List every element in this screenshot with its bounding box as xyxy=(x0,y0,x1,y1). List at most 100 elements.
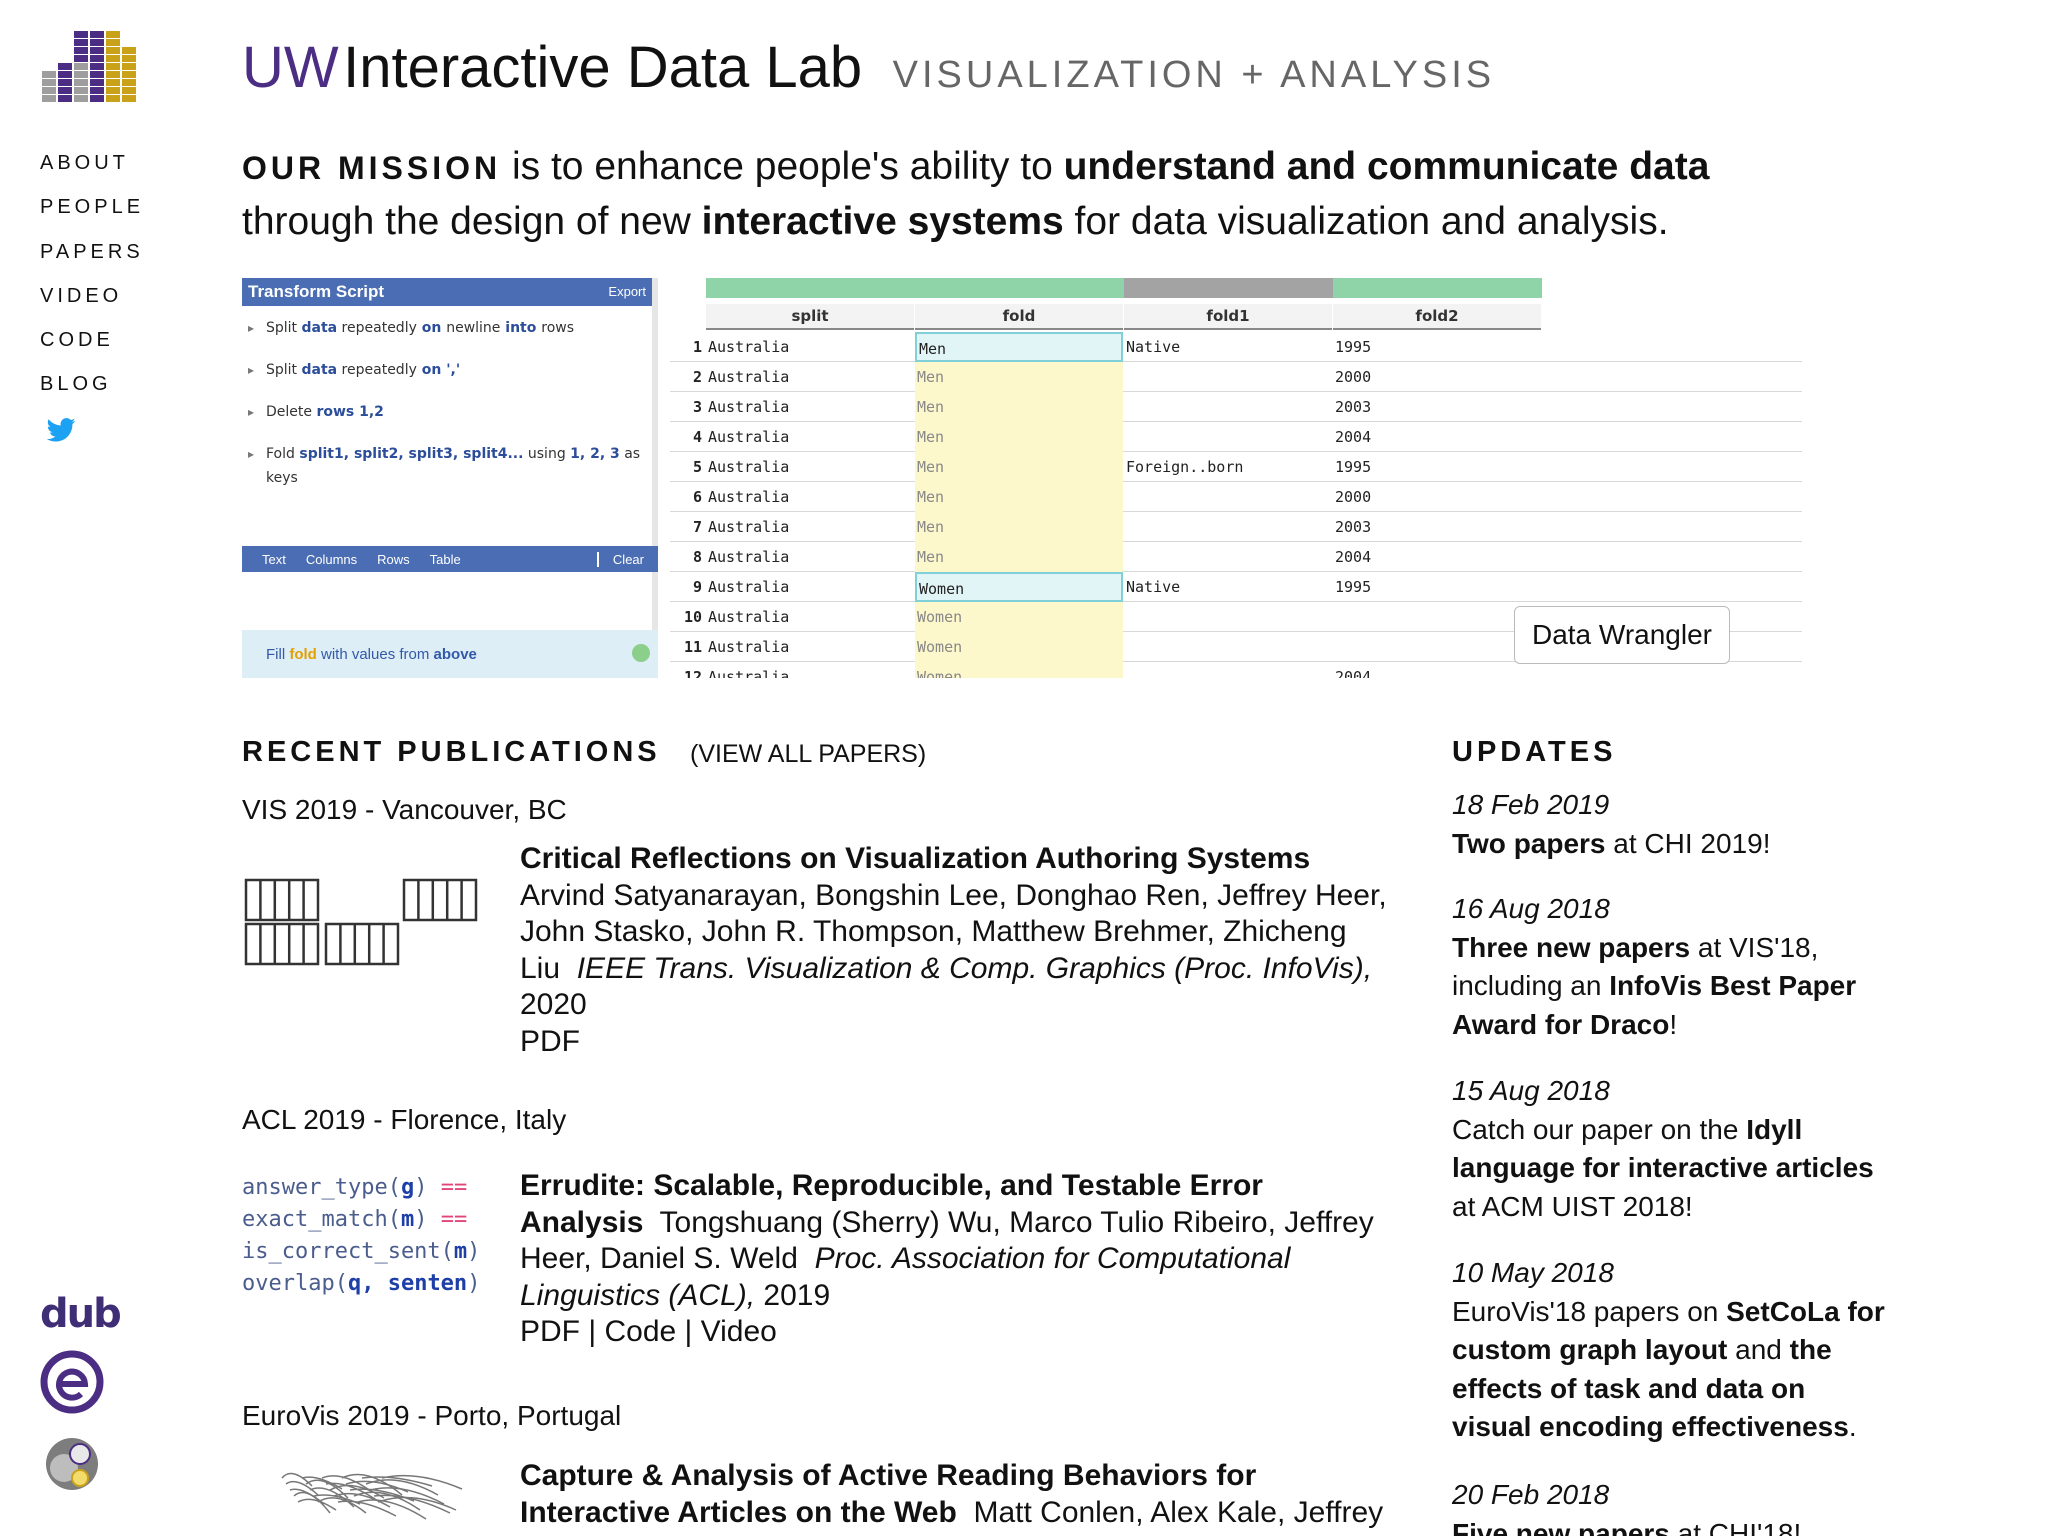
table-cell: Australia xyxy=(708,428,790,446)
step-text: using xyxy=(523,446,571,462)
step-text: into xyxy=(500,320,542,336)
row-number: 6 xyxy=(692,488,702,506)
suggestion-pre: Fill xyxy=(266,646,290,663)
table-cell: Australia xyxy=(708,578,790,596)
sketch-stroke xyxy=(317,1497,367,1514)
table-cell: Australia xyxy=(708,638,790,656)
logo-square xyxy=(42,71,56,78)
mission-text-1: is to enhance people's ability to xyxy=(501,145,1064,188)
table-cell xyxy=(1124,602,1332,632)
logo-square xyxy=(106,47,120,54)
dub-logo[interactable]: dub xyxy=(40,1291,122,1337)
publications-heading: RECENT PUBLICATIONS xyxy=(242,736,661,768)
logo-square xyxy=(58,71,72,78)
seal-logo[interactable] xyxy=(40,1432,104,1496)
table-cell: Women xyxy=(915,632,1123,662)
transform-steps: Split data repeatedly on newline into ro… xyxy=(242,306,652,498)
step-text: data xyxy=(301,362,338,378)
code-arg: g xyxy=(400,1175,415,1200)
table-row: 4 Australia Men 2004 xyxy=(670,422,1802,452)
logo-square xyxy=(74,39,88,46)
logo-square xyxy=(74,71,88,78)
nav-video[interactable]: VIDEO xyxy=(40,285,144,329)
transform-step: Delete rows 1,2 xyxy=(242,390,652,432)
table-cell: Native xyxy=(1126,338,1181,356)
table-cell: Australia xyxy=(708,398,790,416)
export-button: Export xyxy=(608,284,646,299)
table-cell: 1995 xyxy=(1335,458,1372,476)
update-fragment: EuroVis'18 papers on xyxy=(1452,1295,1727,1327)
update-item: 20 Feb 2018 Five new papers at CHI'18! xyxy=(1452,1476,1892,1536)
table-cell: 1995 xyxy=(1335,578,1372,596)
update-link[interactable]: Three new papers xyxy=(1452,932,1690,963)
code-fn: exact_match( xyxy=(242,1207,401,1232)
update-date: 10 May 2018 xyxy=(1452,1257,1614,1288)
thumb-block xyxy=(244,922,320,966)
row-number: 8 xyxy=(692,548,702,566)
main-nav: ABOUT PEOPLE PAPERS VIDEO CODE BLOG xyxy=(40,152,144,418)
code-operator: == xyxy=(427,1207,468,1232)
table-cell: Australia xyxy=(708,608,790,626)
code-arg: m xyxy=(453,1239,468,1264)
twitter-icon[interactable] xyxy=(46,418,76,442)
code-fn: is_correct_sent( xyxy=(242,1239,454,1264)
logo-square xyxy=(58,95,72,102)
escience-logo[interactable] xyxy=(40,1350,104,1414)
pub-title-1[interactable]: Critical Reflections on Visualization Au… xyxy=(520,842,1310,875)
update-fragment: Catch our paper on the xyxy=(1452,1113,1747,1145)
step-text: Delete xyxy=(266,404,317,420)
table-row: 3 Australia Men 2003 xyxy=(670,392,1802,422)
step-text: newline xyxy=(446,320,501,336)
pub-year-1: 2020 xyxy=(520,988,587,1021)
updates-heading: UPDATES xyxy=(1452,736,1617,768)
update-fragment: . xyxy=(1848,1411,1857,1442)
header-lab-name[interactable]: Interactive Data Lab xyxy=(343,35,862,100)
step-text: rows 1,2 xyxy=(316,404,384,420)
logo-square xyxy=(106,71,120,78)
column-quality-bar xyxy=(915,278,1124,298)
pub-thumbnail-2[interactable]: answer_type(g) == exact_match(m) == is_cor… xyxy=(242,1172,492,1300)
update-link[interactable]: Two papers xyxy=(1452,828,1606,859)
table-cell: Australia xyxy=(708,548,790,566)
row-number: 10 xyxy=(683,608,702,626)
table-cell xyxy=(1124,512,1332,542)
table-row: 12 Australia Women 2004 xyxy=(670,662,1802,678)
header-org[interactable]: UW xyxy=(242,35,339,100)
logo-square xyxy=(90,31,104,38)
step-text: Split xyxy=(266,320,302,336)
table-cell: Women xyxy=(915,662,1123,678)
sketch-stroke xyxy=(357,1499,427,1520)
logo-square xyxy=(42,95,56,102)
update-fragment: at CHI'18! xyxy=(1669,1517,1802,1536)
pub-thumbnail-1[interactable] xyxy=(242,876,482,976)
update-date: 18 Feb 2019 xyxy=(1452,789,1610,820)
row-number: 4 xyxy=(692,428,702,446)
table-cell: Native xyxy=(1126,578,1181,596)
idl-logo[interactable] xyxy=(42,31,142,103)
step-text: repeatedly xyxy=(337,320,417,336)
table-cell: Men xyxy=(915,362,1123,392)
code-line: overlap(q, senten) xyxy=(242,1268,492,1300)
pub-pdf-link-1[interactable]: PDF xyxy=(520,1025,580,1058)
data-wrangler-caption[interactable]: Data Wrangler xyxy=(1514,606,1730,664)
logo-square xyxy=(106,87,120,94)
nav-papers[interactable]: PAPERS xyxy=(40,241,144,285)
nav-blog[interactable]: BLOG xyxy=(40,373,144,417)
logo-square xyxy=(90,71,104,78)
table-row: 2 Australia Men 2000 xyxy=(670,362,1802,392)
nav-code[interactable]: CODE xyxy=(40,329,144,373)
code-arg: m xyxy=(400,1207,415,1232)
nav-people[interactable]: PEOPLE xyxy=(40,196,144,240)
view-all-papers-link[interactable]: (VIEW ALL PAPERS) xyxy=(690,740,926,769)
table-cell xyxy=(1124,422,1332,452)
table-cell: 2000 xyxy=(1335,368,1372,386)
pub-thumbnail-3[interactable] xyxy=(242,1458,482,1536)
mission-text-2: through the design of new xyxy=(242,200,702,243)
table-row: 5 Australia Men Foreign..born 1995 xyxy=(670,452,1802,482)
update-item: 10 May 2018 EuroVis'18 papers on SetCoLa … xyxy=(1452,1254,1892,1447)
nav-about[interactable]: ABOUT xyxy=(40,152,144,196)
column-quality-bar xyxy=(1124,278,1333,298)
sketch-stroke xyxy=(297,1498,337,1511)
pub-links-2[interactable]: PDF | Code | Video xyxy=(520,1315,777,1348)
update-link[interactable]: Five new papers xyxy=(1452,1518,1670,1536)
